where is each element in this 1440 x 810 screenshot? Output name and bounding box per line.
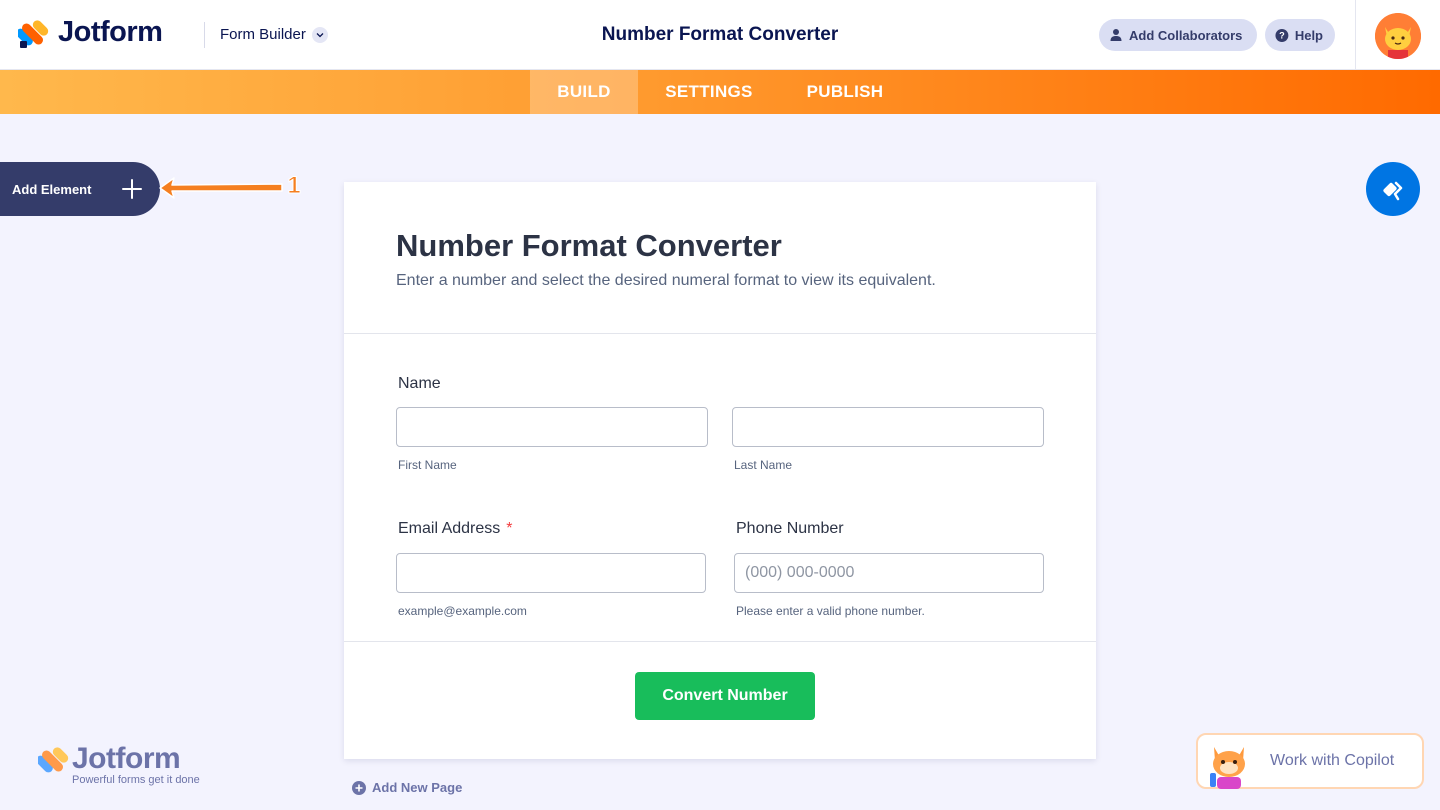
form-card: Number Format Converter Enter a number a… xyxy=(344,182,1096,759)
add-element-button[interactable]: Add Element xyxy=(0,162,160,216)
add-new-page-label: Add New Page xyxy=(372,780,463,795)
email-label-text: Email Address xyxy=(398,520,501,537)
last-name-sublabel: Last Name xyxy=(734,458,793,472)
footer-logo-text: Jotform xyxy=(72,742,181,775)
chevron-down-icon xyxy=(311,26,328,43)
email-input[interactable] xyxy=(396,553,706,593)
top-bar: Jotform Form Builder Number Format Conve… xyxy=(0,0,1440,70)
logo-text: Jotform xyxy=(58,16,163,48)
form-header[interactable]: Number Format Converter Enter a number a… xyxy=(344,182,1096,334)
add-collaborators-button[interactable]: Add Collaborators xyxy=(1099,19,1257,51)
phone-label: Phone Number xyxy=(736,520,844,537)
cat-avatar-icon xyxy=(1375,13,1421,59)
copilot-label: Work with Copilot xyxy=(1270,752,1395,769)
svg-text:?: ? xyxy=(1279,30,1285,40)
annotation-number: 1 xyxy=(287,172,300,199)
form-divider xyxy=(344,641,1096,642)
email-label: Email Address * xyxy=(398,520,513,538)
tab-build[interactable]: BUILD xyxy=(530,70,638,114)
form-builder-label: Form Builder xyxy=(220,26,306,43)
phone-input[interactable]: (000) 000-0000 xyxy=(734,553,1044,593)
required-asterisk: * xyxy=(506,520,513,537)
help-label: Help xyxy=(1294,27,1323,43)
tab-publish[interactable]: PUBLISH xyxy=(790,70,900,114)
tab-settings[interactable]: SETTINGS xyxy=(650,70,768,114)
header-divider xyxy=(1355,0,1356,70)
copilot-cat-icon xyxy=(1210,747,1245,789)
add-element-label: Add Element xyxy=(12,181,92,197)
add-collaborators-label: Add Collaborators xyxy=(1129,27,1243,43)
first-name-sublabel: First Name xyxy=(398,458,457,472)
form-designer-button[interactable] xyxy=(1366,162,1420,216)
annotation-arrow: 1 xyxy=(159,172,301,200)
form-builder-dropdown[interactable]: Form Builder xyxy=(220,26,328,43)
phone-sublabel: Please enter a valid phone number. xyxy=(736,604,925,618)
email-sublabel: example@example.com xyxy=(398,604,527,618)
last-name-input[interactable] xyxy=(732,407,1044,447)
form-title: Number Format Converter xyxy=(396,228,782,263)
avatar[interactable] xyxy=(1375,13,1421,59)
jotform-logo-icon xyxy=(18,19,49,48)
work-with-copilot-button[interactable]: Work with Copilot xyxy=(1196,733,1424,789)
first-name-input[interactable] xyxy=(396,407,708,447)
builder-nav: BUILD SETTINGS PUBLISH xyxy=(0,70,1440,114)
plus-icon xyxy=(122,179,142,199)
convert-number-button[interactable]: Convert Number xyxy=(635,672,815,720)
jotform-logo-icon xyxy=(38,747,69,773)
jotform-logo[interactable]: Jotform xyxy=(18,16,163,49)
form-subtitle: Enter a number and select the desired nu… xyxy=(396,272,936,289)
user-icon xyxy=(1110,29,1122,41)
add-new-page-button[interactable]: Add New Page xyxy=(352,780,462,795)
name-label: Name xyxy=(398,375,441,392)
paint-roller-icon xyxy=(1383,181,1403,201)
header-divider xyxy=(204,22,205,48)
footer-tagline: Powerful forms get it done xyxy=(72,774,200,786)
plus-circle-icon xyxy=(352,780,366,795)
help-button[interactable]: ? Help xyxy=(1265,19,1335,51)
question-icon: ? xyxy=(1275,28,1289,42)
